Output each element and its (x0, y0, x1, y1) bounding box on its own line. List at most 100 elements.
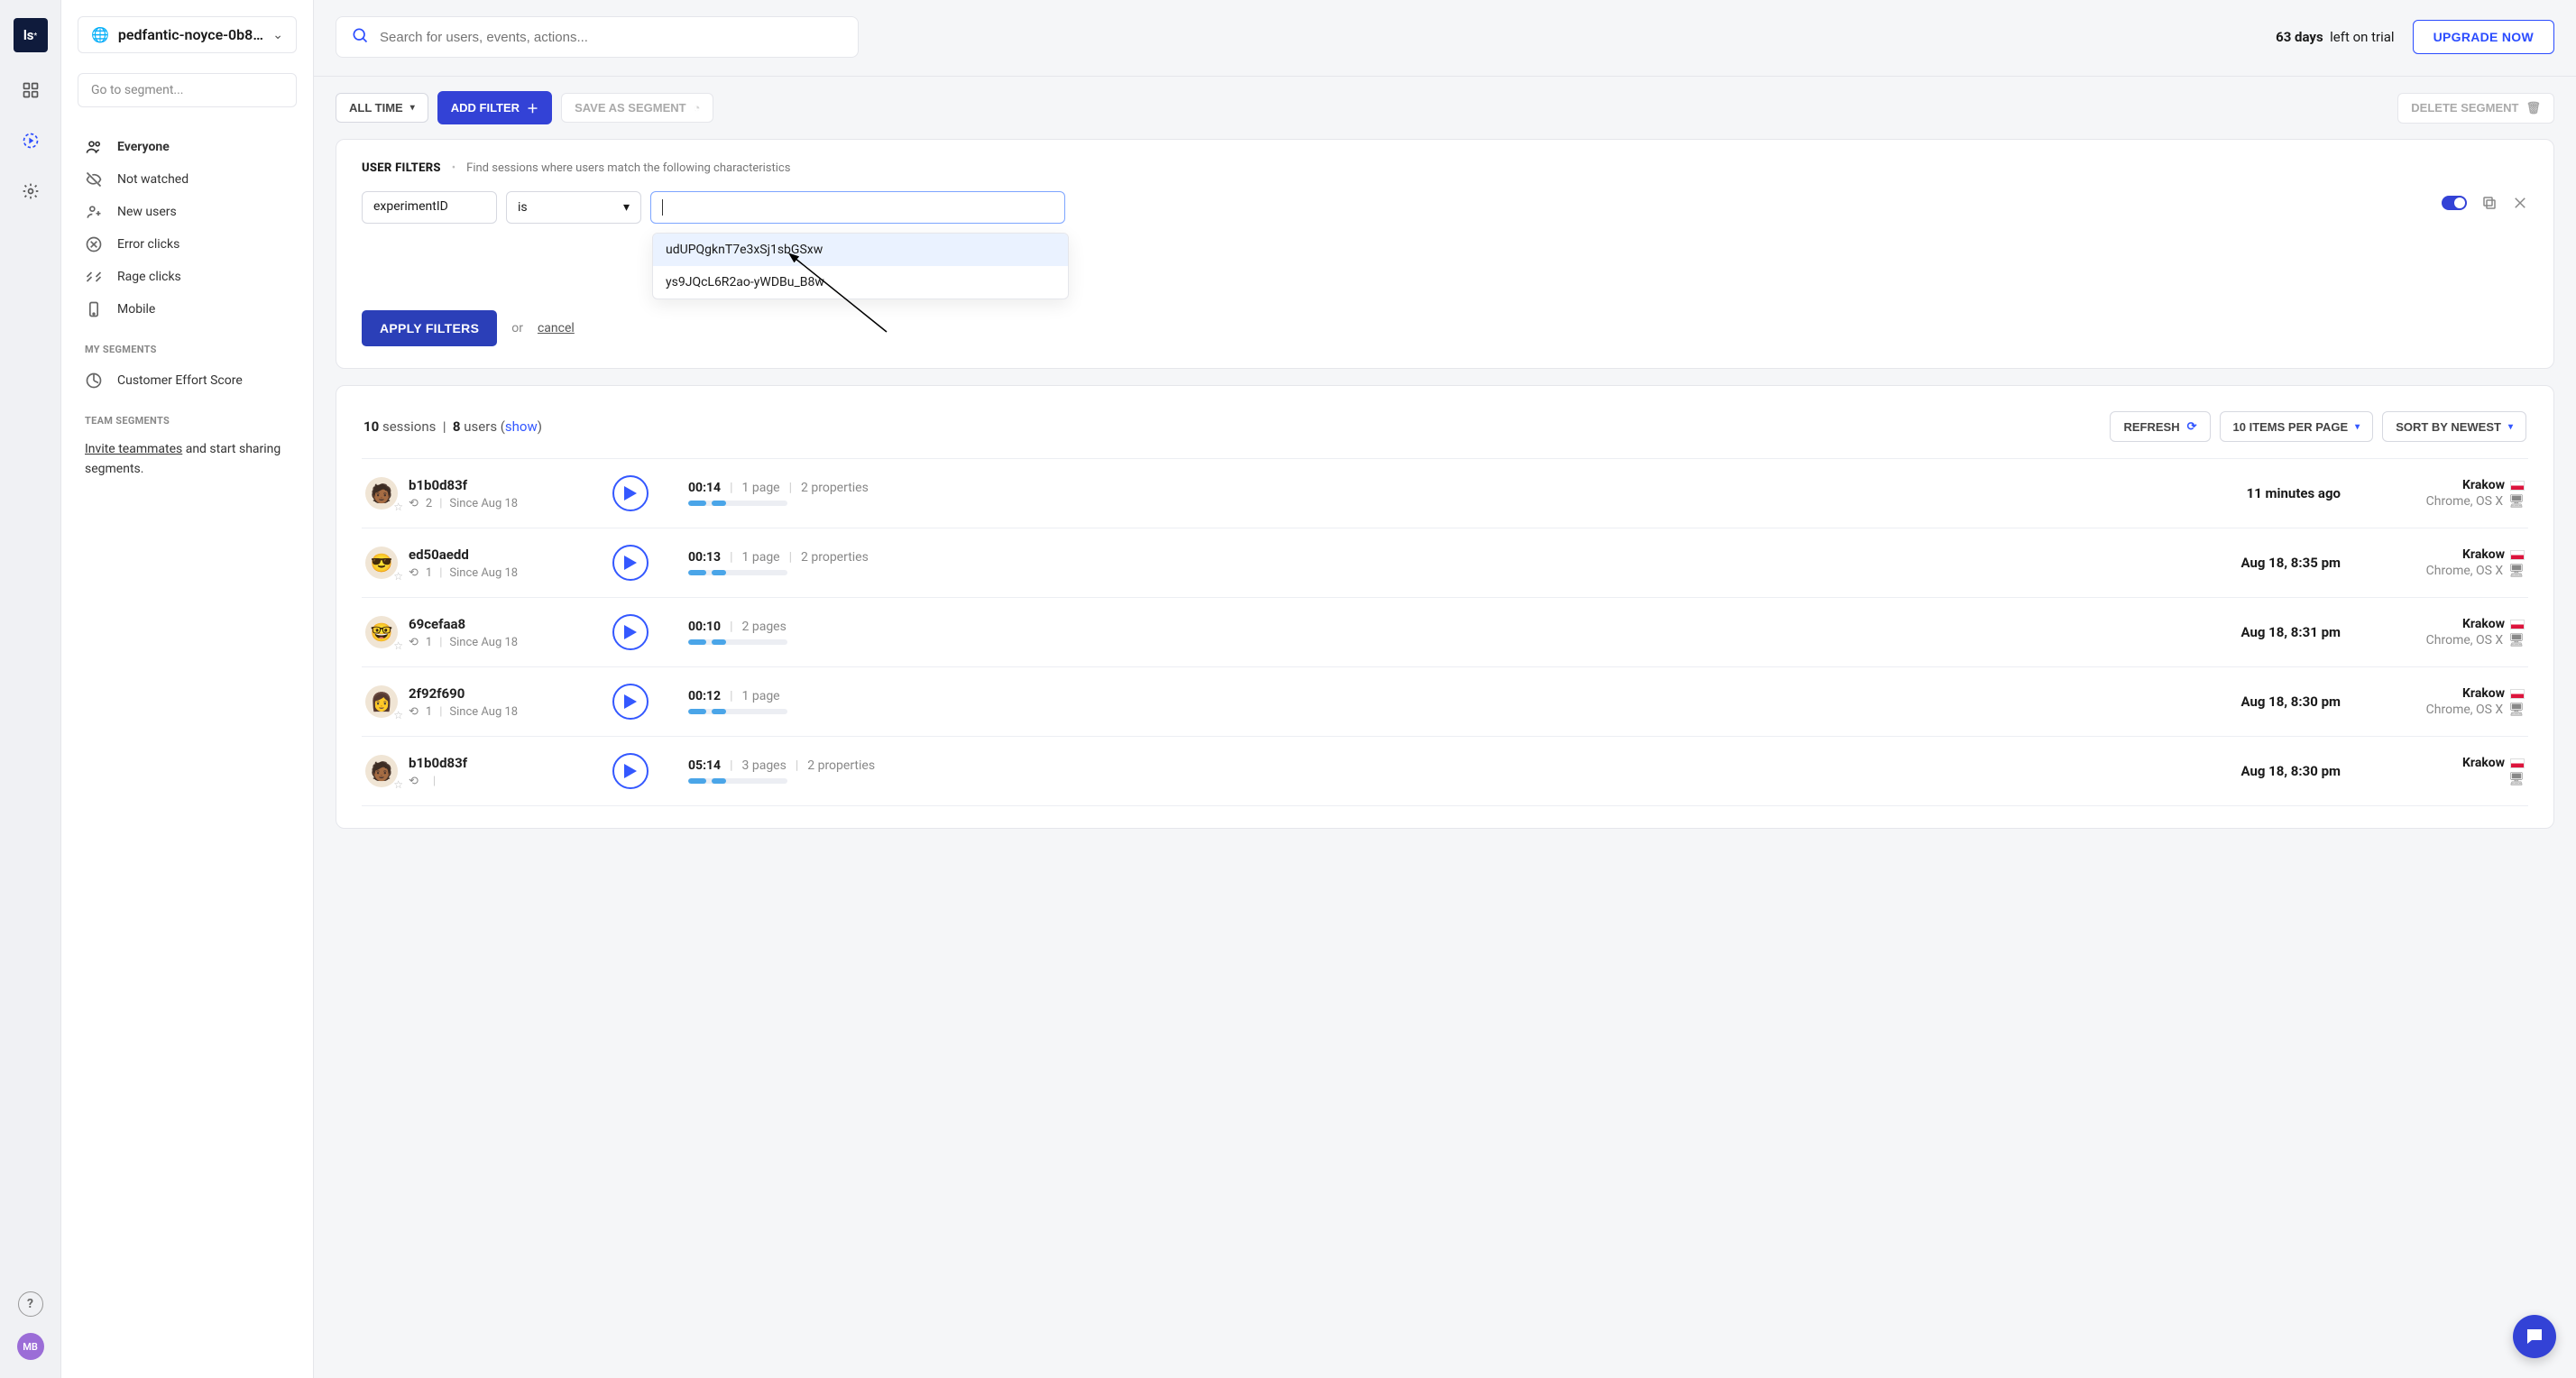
sessions-icon[interactable] (18, 128, 43, 153)
user-filters-label: USER FILTERS (362, 161, 441, 175)
cancel-link[interactable]: cancel (538, 321, 575, 335)
session-pages: 1 page (742, 689, 780, 703)
session-id: b1b0d83f (409, 755, 467, 771)
repeat-icon: ⟲ (409, 636, 419, 649)
flag-icon (2510, 689, 2525, 699)
team-segments-heading: TEAM SEGMENTS (78, 399, 297, 434)
global-search-input[interactable] (380, 30, 843, 45)
sidebar-item-label: New users (117, 205, 177, 219)
sidebar-item-label: Not watched (117, 172, 189, 187)
flag-icon (2510, 758, 2525, 768)
help-icon[interactable]: ? (18, 1291, 43, 1317)
chevron-down-icon: ▾ (623, 200, 630, 215)
users-icon (85, 138, 103, 156)
sidebar-item-rage-clicks[interactable]: Rage clicks (78, 261, 297, 293)
close-icon[interactable] (2512, 195, 2528, 211)
play-button[interactable] (612, 614, 649, 650)
session-avatar: 🧑🏾☆ (365, 477, 398, 510)
global-search[interactable] (336, 16, 859, 58)
sidebar-item-label: Mobile (117, 302, 155, 317)
session-duration: 00:12 (688, 689, 721, 703)
suggestion-option[interactable]: udUPQgknT7e3xSj1sbGSxw (653, 234, 1068, 266)
star-icon[interactable]: ☆ (393, 709, 403, 721)
sidebar-item-mobile[interactable]: Mobile (78, 293, 297, 326)
filter-property-select[interactable]: experimentID (362, 191, 497, 224)
main-content: 63 days left on trial UPGRADE NOW ALL TI… (314, 0, 2576, 1378)
eye-off-icon (85, 170, 103, 188)
session-duration: 00:10 (688, 620, 721, 634)
per-page-select[interactable]: 10 ITEMS PER PAGE▾ (2220, 411, 2374, 442)
session-device: Chrome, OS X🖥 (2362, 703, 2525, 717)
sidebar-item-new-users[interactable]: New users (78, 196, 297, 228)
time-range-button[interactable]: ALL TIME▾ (336, 93, 428, 123)
duplicate-icon[interactable] (2481, 195, 2498, 211)
star-icon[interactable]: ☆ (393, 778, 403, 791)
apps-icon[interactable] (18, 78, 43, 103)
star-icon[interactable]: ☆ (393, 501, 403, 513)
play-button[interactable] (612, 475, 649, 511)
sidebar-item-error-clicks[interactable]: Error clicks (78, 228, 297, 261)
session-row[interactable]: 🧑🏾☆b1b0d83f⟲2|Since Aug 1800:14|1 page|2… (362, 459, 2528, 528)
intercom-launcher[interactable] (2513, 1315, 2556, 1358)
settings-icon[interactable] (18, 179, 43, 204)
show-users-link[interactable]: show (505, 418, 538, 435)
sessions-card: 10 sessions | 8 users (show) REFRESH⟳ 10… (336, 385, 2554, 829)
session-row[interactable]: 🤓☆69cefaa8⟲1|Since Aug 1800:10|2 pagesAu… (362, 598, 2528, 667)
session-time: Aug 18, 8:35 pm (2160, 555, 2341, 571)
logo-text: ls (23, 27, 34, 43)
flag-icon (2510, 620, 2525, 629)
session-pages: 1 page (742, 550, 780, 565)
repeat-count: 2 (426, 497, 432, 510)
pie-icon: ◔ (694, 101, 701, 115)
suggestion-option[interactable]: ys9JQcL6R2ao-yWDBu_B8w (653, 266, 1068, 299)
filter-toggle[interactable] (2442, 196, 2467, 210)
session-since: Since Aug 18 (449, 497, 518, 510)
sidebar: 🌐 pedfantic-noyce-0b8d8... ⌄ Go to segme… (61, 0, 314, 1378)
session-device: Chrome, OS X🖥 (2362, 564, 2525, 578)
sidebar-item-not-watched[interactable]: Not watched (78, 163, 297, 196)
session-row[interactable]: 👩☆2f92f690⟲1|Since Aug 1800:12|1 pageAug… (362, 667, 2528, 737)
upgrade-button[interactable]: UPGRADE NOW (2413, 20, 2554, 54)
logo[interactable]: ls* (14, 18, 48, 52)
refresh-button[interactable]: REFRESH⟳ (2110, 411, 2210, 442)
invite-teammates-link[interactable]: Invite teammates (85, 442, 182, 456)
session-duration: 05:14 (688, 758, 721, 773)
session-since: Since Aug 18 (449, 636, 518, 649)
rage-icon (85, 268, 103, 286)
apply-filters-button[interactable]: APPLY FILTERS (362, 310, 497, 346)
session-id: ed50aedd (409, 547, 518, 563)
flag-icon (2510, 550, 2525, 560)
or-label: or (511, 321, 523, 335)
goto-segment-input[interactable]: Go to segment... (78, 73, 297, 107)
progress-bar (688, 778, 787, 784)
session-location: Krakow (2362, 547, 2525, 562)
chevron-down-icon: ▾ (2508, 422, 2513, 432)
filter-value-input[interactable] (650, 191, 1065, 224)
repeat-icon: ⟲ (409, 775, 419, 788)
session-id: 2f92f690 (409, 685, 518, 702)
star-icon[interactable]: ☆ (393, 639, 403, 652)
session-row[interactable]: 😎☆ed50aedd⟲1|Since Aug 1800:13|1 page|2 … (362, 528, 2528, 598)
add-filter-button[interactable]: ADD FILTER＋ (437, 91, 552, 124)
session-row[interactable]: 🧑🏾☆b1b0d83f⟲|05:14|3 pages|2 propertiesA… (362, 737, 2528, 806)
filter-operator-select[interactable]: is▾ (506, 191, 641, 224)
user-filters-desc: Find sessions where users match the foll… (466, 161, 790, 175)
sort-select[interactable]: SORT BY NEWEST▾ (2382, 411, 2526, 442)
play-button[interactable] (612, 684, 649, 720)
session-device: 🖥 (2362, 772, 2525, 786)
session-id: b1b0d83f (409, 477, 518, 493)
delete-segment-button[interactable]: DELETE SEGMENT🗑 (2397, 93, 2554, 124)
play-button[interactable] (612, 545, 649, 581)
sidebar-item-everyone[interactable]: Everyone (78, 131, 297, 163)
project-selector[interactable]: 🌐 pedfantic-noyce-0b8d8... ⌄ (78, 16, 297, 53)
star-icon[interactable]: ☆ (393, 570, 403, 583)
user-avatar[interactable]: MB (17, 1333, 44, 1360)
sidebar-item-customer-effort-score[interactable]: Customer Effort Score (78, 364, 297, 397)
play-button[interactable] (612, 753, 649, 789)
session-device: Chrome, OS X🖥 (2362, 633, 2525, 648)
save-segment-button[interactable]: SAVE AS SEGMENT◔ (561, 93, 713, 123)
session-pages: 2 pages (742, 620, 787, 634)
session-location: Krakow (2362, 617, 2525, 631)
error-icon (85, 235, 103, 253)
session-location: Krakow (2362, 686, 2525, 701)
